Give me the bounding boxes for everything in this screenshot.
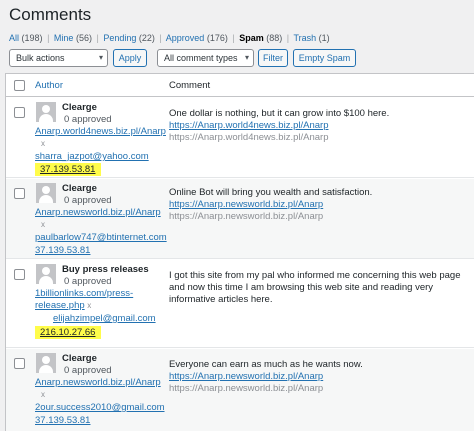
filter-separator: | — [232, 33, 235, 43]
filter-separator: | — [159, 33, 162, 43]
filter-mine-count: (56) — [75, 33, 92, 43]
avatar — [36, 264, 56, 284]
avatar — [36, 353, 56, 373]
row-checkbox[interactable] — [14, 269, 25, 280]
comment-line: and now this time I am browsing this web… — [169, 282, 434, 293]
table-row: Buy press releases 0 approved 1billionli… — [6, 260, 474, 348]
comment-status-filters: All (198) | Mine (56) | Pending (22) | A… — [9, 33, 330, 43]
author-ip-link[interactable]: 37.139.53.81 — [35, 163, 102, 176]
avatar — [36, 183, 56, 203]
comment-link-plain: https://Anarp.newsworld.biz.pl/Anarp — [169, 211, 324, 222]
filter-all-count: (198) — [21, 33, 43, 43]
author-column-header[interactable]: Author — [35, 80, 63, 91]
bulk-actions-select[interactable]: Bulk actions ▾ — [9, 49, 108, 67]
comment-line: One dollar is nothing, but it can grow i… — [169, 108, 390, 119]
filter-approved-count: (176) — [206, 33, 228, 43]
filter-approved[interactable]: Approved — [166, 33, 205, 43]
comment-text: Online Bot will bring you wealth and sat… — [169, 187, 474, 223]
filter-pending[interactable]: Pending — [103, 33, 136, 43]
avatar — [36, 102, 56, 122]
author-name: Clearge — [62, 183, 97, 194]
author-name: Clearge — [62, 353, 97, 364]
author-ip-link[interactable]: 216.10.27.66 — [35, 326, 102, 339]
comment-link[interactable]: https://Anarp.newsworld.biz.pl/Anarp — [169, 371, 323, 382]
author-email-link[interactable]: elijahzimpel@gmail.com — [53, 313, 156, 324]
page-title: Comments — [9, 5, 92, 24]
comment-link-plain: https://Anarp.world4news.biz.pl/Anarp — [169, 132, 329, 143]
separator-x: x — [41, 220, 45, 229]
filter-pending-count: (22) — [138, 33, 155, 43]
chevron-down-icon: ▾ — [98, 53, 103, 62]
author-email-link[interactable]: sharra_jazpot@yahoo.com — [35, 151, 149, 162]
row-checkbox[interactable] — [14, 188, 25, 199]
filter-spam-count: (88) — [266, 33, 283, 43]
author-email-link[interactable]: paulbarlow747@btinternet.com — [35, 232, 167, 243]
table-row: Clearge 0 approved Anarp.world4news.biz.… — [6, 98, 474, 178]
separator-x: x — [87, 301, 92, 310]
approved-count: 0 approved — [64, 114, 112, 125]
approved-count: 0 approved — [64, 276, 112, 287]
separator-x: x — [41, 139, 45, 148]
select-all-checkbox[interactable] — [14, 80, 25, 91]
author-ip-link[interactable]: 37.139.53.81 — [35, 245, 90, 256]
author-url-link[interactable]: Anarp.newsworld.biz.pl/Anarp — [35, 207, 161, 218]
author-url-link[interactable]: Anarp.newsworld.biz.pl/Anarp — [35, 377, 161, 388]
filter-separator: | — [96, 33, 99, 43]
author-ip-link[interactable]: 37.139.53.81 — [35, 415, 90, 426]
comments-table: Author Comment Clearge 0 approved Anarp.… — [5, 73, 474, 431]
author-name: Clearge — [62, 102, 97, 113]
empty-spam-button[interactable]: Empty Spam — [293, 49, 356, 67]
bulk-actions-label: Bulk actions — [16, 53, 65, 63]
comment-link-plain: https://Anarp.newsworld.biz.pl/Anarp — [169, 383, 324, 394]
author-url-link[interactable]: Anarp.world4news.biz.pl/Anarp — [35, 126, 166, 137]
comment-link[interactable]: https://Anarp.world4news.biz.pl/Anarp — [169, 120, 328, 131]
table-header: Author Comment — [6, 74, 474, 97]
filter-mine[interactable]: Mine — [54, 33, 74, 43]
filter-trash-count: (1) — [318, 33, 330, 43]
approved-count: 0 approved — [64, 195, 112, 206]
row-checkbox[interactable] — [14, 107, 25, 118]
row-checkbox[interactable] — [14, 358, 25, 369]
table-row: Clearge 0 approved Anarp.newsworld.biz.p… — [6, 349, 474, 431]
filter-separator: | — [47, 33, 50, 43]
approved-count: 0 approved — [64, 365, 112, 376]
table-row: Clearge 0 approved Anarp.newsworld.biz.p… — [6, 179, 474, 259]
comment-type-label: All comment types — [164, 53, 238, 63]
filter-separator: | — [286, 33, 290, 43]
comment-column-header: Comment — [169, 80, 211, 91]
comment-line: I got this site from my pal who informed… — [169, 270, 461, 281]
filter-trash[interactable]: Trash — [293, 33, 316, 43]
apply-button[interactable]: Apply — [113, 49, 147, 67]
filter-all[interactable]: All — [9, 33, 19, 43]
comment-text: One dollar is nothing, but it can grow i… — [169, 108, 474, 144]
comment-line: informative articles here. — [169, 294, 273, 305]
comment-link[interactable]: https://Anarp.newsworld.biz.pl/Anarp — [169, 199, 323, 210]
author-name: Buy press releases — [62, 264, 149, 275]
chevron-down-icon: ▾ — [244, 53, 249, 62]
comment-type-select[interactable]: All comment types ▾ — [157, 49, 254, 67]
comment-text: I got this site from my pal who informed… — [169, 270, 474, 306]
comment-line: Online Bot will bring you wealth and sat… — [169, 187, 373, 198]
filter-button[interactable]: Filter — [258, 49, 288, 67]
author-email-link[interactable]: 2our.success2010@gmail.com — [35, 402, 165, 413]
separator-x: x — [41, 390, 45, 399]
comment-text: Everyone can earn as much as he wants no… — [169, 359, 474, 395]
filter-spam[interactable]: Spam — [239, 33, 264, 43]
author-url-link[interactable]: 1billionlinks.com/press-release.php — [35, 288, 133, 311]
comment-line: Everyone can earn as much as he wants no… — [169, 359, 363, 370]
